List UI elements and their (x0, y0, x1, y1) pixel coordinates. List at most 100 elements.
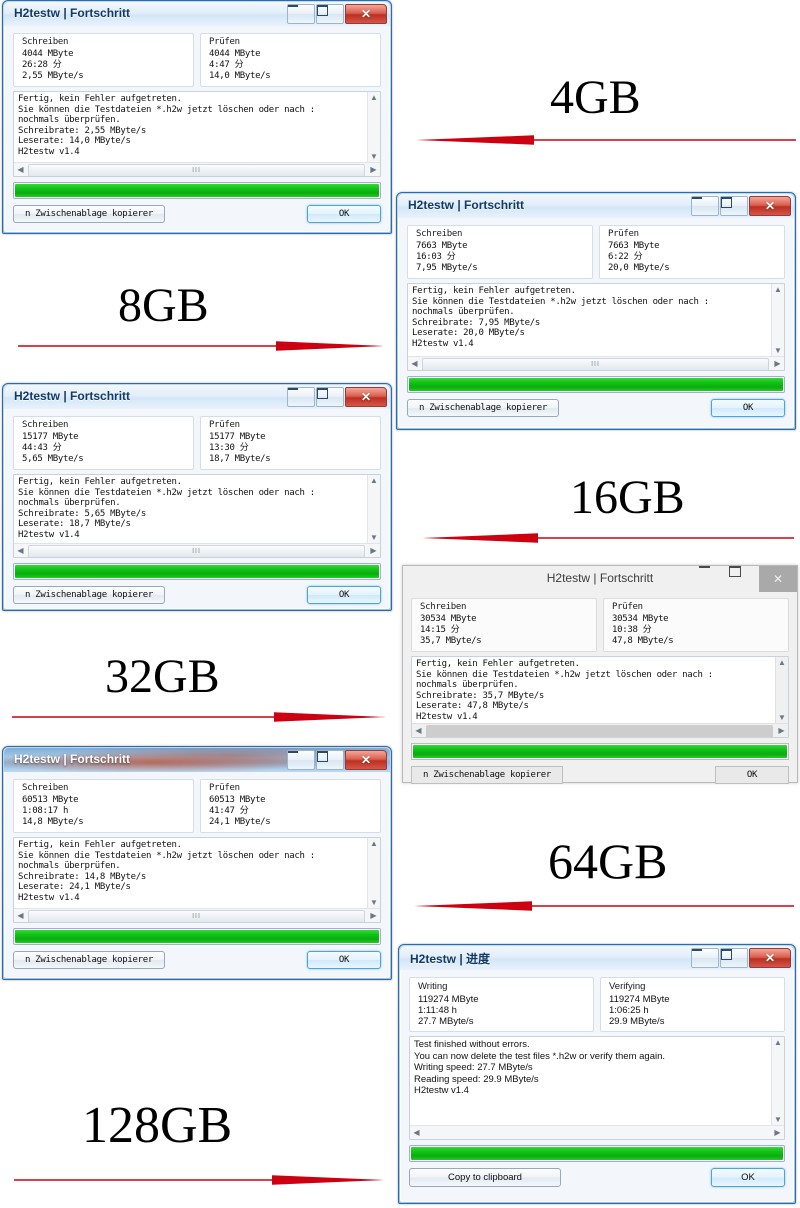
maximize-button[interactable] (729, 566, 759, 592)
horizontal-scrollbar[interactable]: ◀ ▶ (410, 1125, 784, 1139)
scroll-up-icon[interactable]: ▲ (772, 1037, 784, 1049)
scroll-right-icon[interactable]: ▶ (771, 1126, 784, 1139)
ok-button[interactable]: OK (715, 766, 789, 784)
log-line: Leserate: 20,0 MByte/s (412, 328, 525, 338)
horizontal-scrollbar[interactable]: ◀ III ▶ (408, 356, 784, 370)
close-button[interactable]: ✕ (749, 196, 791, 216)
maximize-button[interactable] (720, 948, 748, 968)
horizontal-scrollbar[interactable]: ◀ ▶ (412, 723, 788, 737)
scroll-up-icon[interactable]: ▲ (368, 838, 380, 850)
maximize-button[interactable] (316, 4, 344, 24)
minimize-button[interactable] (699, 566, 729, 592)
ok-button[interactable]: OK (711, 1168, 785, 1187)
ok-button[interactable]: OK (307, 586, 381, 604)
progress-fill (413, 745, 787, 758)
log-area[interactable]: Fertig, kein Fehler aufgetreten. Sie kön… (13, 474, 381, 558)
scrollbar-thumb[interactable]: III (28, 545, 365, 557)
scroll-left-icon[interactable]: ◀ (410, 1126, 423, 1139)
h2testw-window-32gb[interactable]: H2testw | Fortschritt ✕ Schreiben 30534 … (402, 565, 798, 784)
scrollbar-thumb[interactable]: III (422, 358, 769, 370)
write-size: 15177 MByte (22, 432, 79, 442)
scroll-left-icon[interactable]: ◀ (14, 544, 27, 557)
copy-to-clipboard-button[interactable]: Copy to clipboard (409, 1168, 561, 1187)
log-area[interactable]: Fertig, kein Fehler aufgetreten. Sie kön… (407, 283, 785, 371)
copy-to-clipboard-button[interactable]: n Zwischenablage kopierer (13, 586, 165, 604)
write-stats: Schreiben 15177 MByte 44:43 分 5,65 MByte… (13, 416, 194, 470)
ok-button[interactable]: OK (307, 951, 381, 969)
ok-button[interactable]: OK (711, 399, 785, 417)
horizontal-scrollbar[interactable]: ◀ III ▶ (14, 908, 380, 922)
window-controls[interactable]: ✕ (287, 750, 387, 770)
horizontal-scrollbar[interactable]: ◀ III ▶ (14, 162, 380, 176)
copy-to-clipboard-button[interactable]: n Zwischenablage kopierer (411, 766, 563, 784)
log-area[interactable]: Test finished without errors. You can no… (409, 1036, 785, 1140)
scroll-left-icon[interactable]: ◀ (412, 724, 425, 737)
scroll-right-icon[interactable]: ▶ (367, 163, 380, 176)
scroll-up-icon[interactable]: ▲ (368, 475, 380, 487)
vertical-scrollbar[interactable]: ▲ ▼ (775, 657, 788, 724)
copy-to-clipboard-button[interactable]: n Zwischenablage kopierer (13, 951, 165, 969)
scroll-up-icon[interactable]: ▲ (772, 284, 784, 296)
write-speed: 5,65 MByte/s (22, 454, 84, 464)
scrollbar-thumb[interactable]: III (28, 164, 365, 176)
title-bar[interactable]: H2testw | 进度 ✕ (400, 946, 794, 970)
ok-button[interactable]: OK (307, 205, 381, 223)
scroll-left-icon[interactable]: ◀ (14, 909, 27, 922)
title-bar[interactable]: H2testw | Fortschritt ✕ (4, 2, 390, 26)
h2testw-window-128gb[interactable]: H2testw | 进度 ✕ Writing 119274 MByte 1:11… (398, 944, 796, 1204)
close-button[interactable]: ✕ (345, 387, 387, 407)
vertical-scrollbar[interactable]: ▲ ▼ (771, 1037, 784, 1126)
title-bar[interactable]: H2testw | Fortschritt ✕ (4, 748, 390, 772)
scroll-left-icon[interactable]: ◀ (408, 357, 421, 370)
minimize-button[interactable] (691, 948, 719, 968)
scrollbar-thumb[interactable]: III (28, 910, 365, 922)
verify-stats: Prüfen 60513 MByte 41:47 分 24,1 MByte/s (200, 779, 381, 833)
close-button[interactable]: ✕ (759, 566, 797, 592)
minimize-button[interactable] (287, 750, 315, 770)
window-controls[interactable]: ✕ (699, 566, 797, 592)
minimize-button[interactable] (287, 4, 315, 24)
window-controls[interactable]: ✕ (287, 4, 387, 24)
title-bar[interactable]: H2testw | Fortschritt ✕ (398, 194, 794, 218)
button-row: Copy to clipboard OK (409, 1168, 785, 1187)
maximize-button[interactable] (316, 750, 344, 770)
close-button[interactable]: ✕ (345, 750, 387, 770)
h2testw-window-64gb[interactable]: H2testw | Fortschritt ✕ Schreiben 60513 … (2, 746, 392, 980)
minimize-button[interactable] (691, 196, 719, 216)
scroll-right-icon[interactable]: ▶ (367, 544, 380, 557)
scroll-right-icon[interactable]: ▶ (367, 909, 380, 922)
log-area[interactable]: Fertig, kein Fehler aufgetreten. Sie kön… (13, 837, 381, 923)
vertical-scrollbar[interactable]: ▲ ▼ (367, 92, 380, 163)
window-controls[interactable]: ✕ (287, 387, 387, 407)
scrollbar-thumb[interactable] (426, 725, 773, 737)
minimize-button[interactable] (287, 387, 315, 407)
title-bar[interactable]: H2testw | Fortschritt ✕ (403, 566, 797, 592)
write-label: Schreiben (22, 420, 69, 430)
h2testw-window-8gb[interactable]: H2testw | Fortschritt ✕ Schreiben 7663 M… (396, 192, 796, 430)
scroll-up-icon[interactable]: ▲ (776, 657, 788, 669)
window-controls[interactable]: ✕ (691, 948, 791, 968)
vertical-scrollbar[interactable]: ▲ ▼ (367, 475, 380, 544)
close-button[interactable]: ✕ (345, 4, 387, 24)
close-button[interactable]: ✕ (749, 948, 791, 968)
button-row: n Zwischenablage kopierer OK (13, 951, 381, 969)
title-bar[interactable]: H2testw | Fortschritt ✕ (4, 385, 390, 409)
scroll-right-icon[interactable]: ▶ (775, 724, 788, 737)
scroll-right-icon[interactable]: ▶ (771, 357, 784, 370)
close-icon: ✕ (360, 753, 372, 767)
maximize-button[interactable] (316, 387, 344, 407)
vertical-scrollbar[interactable]: ▲ ▼ (771, 284, 784, 357)
scroll-left-icon[interactable]: ◀ (14, 163, 27, 176)
log-area[interactable]: Fertig, kein Fehler aufgetreten. Sie kön… (411, 656, 789, 738)
scroll-up-icon[interactable]: ▲ (368, 92, 380, 104)
log-area[interactable]: Fertig, kein Fehler aufgetreten. Sie kön… (13, 91, 381, 177)
h2testw-window-16gb[interactable]: H2testw | Fortschritt ✕ Schreiben 15177 … (2, 383, 392, 611)
h2testw-window-4gb[interactable]: H2testw | Fortschritt ✕ Schreiben 4044 M… (2, 0, 392, 234)
copy-to-clipboard-button[interactable]: n Zwischenablage kopierer (13, 205, 165, 223)
horizontal-scrollbar[interactable]: ◀ III ▶ (14, 543, 380, 557)
vertical-scrollbar[interactable]: ▲ ▼ (367, 838, 380, 909)
button-row: n Zwischenablage kopierer OK (13, 586, 381, 604)
copy-to-clipboard-button[interactable]: n Zwischenablage kopierer (407, 399, 559, 417)
maximize-button[interactable] (720, 196, 748, 216)
window-controls[interactable]: ✕ (691, 196, 791, 216)
